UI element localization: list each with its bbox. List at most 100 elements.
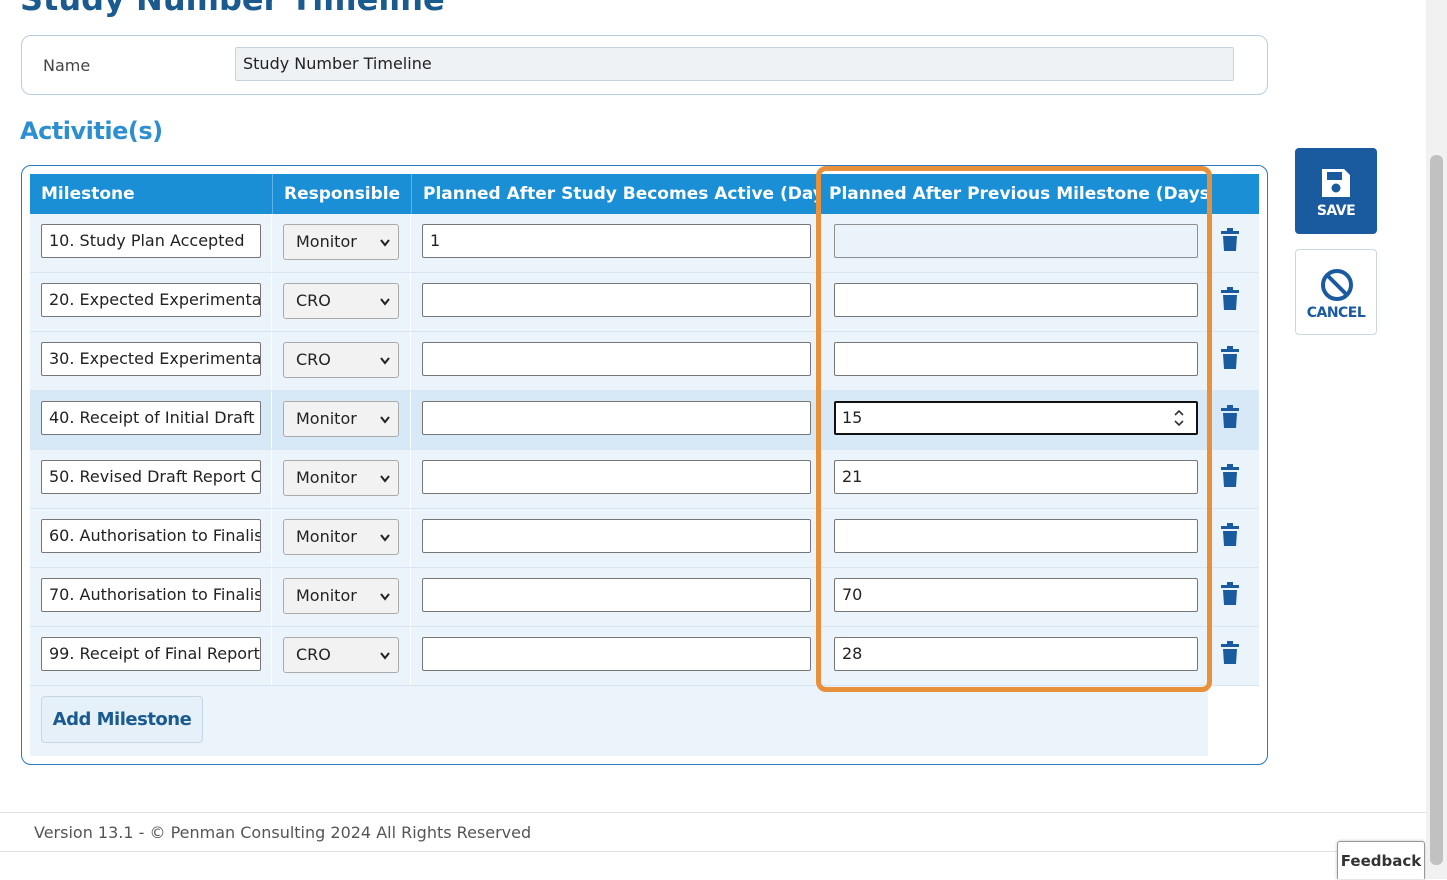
after-active-cell [411, 509, 816, 567]
after-previous-value: 28 [842, 644, 863, 663]
feedback-button[interactable]: Feedback [1337, 841, 1425, 879]
name-card: Name Study Number Timeline [21, 35, 1268, 95]
responsible-value: Monitor [296, 468, 357, 487]
chevron-down-icon [380, 593, 390, 601]
responsible-value: CRO [296, 291, 331, 310]
responsible-cell: CRO [272, 273, 410, 331]
after-previous-input[interactable]: 15 [834, 401, 1198, 435]
activities-table: Milestone Responsible Planned After Stud… [21, 165, 1268, 765]
table-row: 70. Authorisation to Finalis Monitor 70 [30, 568, 1259, 627]
actions-cell [1208, 568, 1259, 626]
chevron-down-icon [380, 652, 390, 660]
responsible-cell: CRO [272, 627, 410, 685]
after-active-cell [411, 332, 816, 390]
save-button[interactable]: SAVE [1295, 148, 1377, 234]
table-row: 30. Expected Experimental CRO [30, 332, 1259, 391]
responsible-select[interactable]: CRO [283, 283, 399, 319]
after-previous-input[interactable]: 70 [834, 578, 1198, 612]
after-previous-input[interactable]: 21 [834, 460, 1198, 494]
trash-icon[interactable] [1220, 346, 1240, 370]
after-previous-cell: 15 [817, 391, 1207, 449]
after-active-input[interactable] [422, 342, 811, 376]
page-title: Study Number Timeline [20, 0, 445, 18]
milestone-input[interactable]: 70. Authorisation to Finalis [41, 578, 261, 612]
after-active-input[interactable] [422, 637, 811, 671]
after-active-cell: 1 [411, 214, 816, 272]
milestone-input[interactable]: 50. Revised Draft Report Ci [41, 460, 261, 494]
after-active-cell [411, 627, 816, 685]
trash-icon[interactable] [1220, 287, 1240, 311]
after-active-cell [411, 391, 816, 449]
trash-icon[interactable] [1220, 464, 1240, 488]
responsible-cell: Monitor [272, 509, 410, 567]
responsible-cell: Monitor [272, 450, 410, 508]
responsible-cell: Monitor [272, 391, 410, 449]
table-row: 20. Expected Experimental CRO [30, 273, 1259, 332]
chevron-down-icon [380, 239, 390, 247]
responsible-value: Monitor [296, 232, 357, 251]
chevron-down-icon [380, 475, 390, 483]
after-previous-input[interactable] [834, 342, 1198, 376]
table-row: 10. Study Plan Accepted Monitor 1 [30, 214, 1259, 273]
footer: Version 13.1 - © Penman Consulting 2024 … [0, 812, 1426, 852]
add-milestone-button[interactable]: Add Milestone [41, 696, 203, 743]
responsible-select[interactable]: Monitor [283, 578, 399, 614]
after-active-input[interactable]: 1 [422, 224, 811, 258]
after-previous-input[interactable] [834, 283, 1198, 317]
after-active-input[interactable] [422, 401, 811, 435]
responsible-cell: Monitor [272, 214, 410, 272]
trash-icon[interactable] [1220, 641, 1240, 665]
responsible-select[interactable]: CRO [283, 342, 399, 378]
after-active-input[interactable] [422, 519, 811, 553]
after-previous-input[interactable]: 28 [834, 637, 1198, 671]
col-header-milestone: Milestone [30, 174, 272, 214]
responsible-value: Monitor [296, 586, 357, 605]
responsible-cell: Monitor [272, 568, 410, 626]
milestone-input[interactable]: 20. Expected Experimental [41, 283, 261, 317]
responsible-value: Monitor [296, 527, 357, 546]
trash-icon[interactable] [1220, 582, 1240, 606]
table-row: 60. Authorisation to Finalis Monitor [30, 509, 1259, 568]
milestone-cell: 40. Receipt of Initial Draft F [30, 391, 271, 449]
name-input[interactable]: Study Number Timeline [235, 47, 1234, 81]
responsible-select[interactable]: CRO [283, 637, 399, 673]
actions-cell [1208, 509, 1259, 567]
trash-icon[interactable] [1220, 405, 1240, 429]
milestone-cell: 70. Authorisation to Finalis [30, 568, 271, 626]
save-label: SAVE [1316, 203, 1356, 219]
responsible-select[interactable]: Monitor [283, 401, 399, 437]
milestone-input[interactable]: 10. Study Plan Accepted [41, 224, 261, 258]
milestone-input[interactable]: 30. Expected Experimental [41, 342, 261, 376]
footer-text: Version 13.1 - © Penman Consulting 2024 … [34, 823, 532, 842]
col-header-planned-after-active: Planned After Study Becomes Active (Days… [411, 174, 817, 214]
actions-cell [1208, 627, 1259, 685]
after-active-input[interactable] [422, 460, 811, 494]
floppy-disk-icon [1322, 169, 1350, 197]
number-spinner-icon[interactable] [1172, 406, 1186, 430]
milestone-input[interactable]: 60. Authorisation to Finalis [41, 519, 261, 553]
actions-cell [1208, 214, 1259, 272]
responsible-select[interactable]: Monitor [283, 519, 399, 555]
after-previous-cell [817, 214, 1207, 272]
milestone-input[interactable]: 99. Receipt of Final Report [41, 637, 261, 671]
after-previous-input[interactable] [834, 519, 1198, 553]
after-active-cell [411, 568, 816, 626]
table-row: 50. Revised Draft Report Ci Monitor 21 [30, 450, 1259, 509]
after-previous-input[interactable] [834, 224, 1198, 258]
trash-icon[interactable] [1220, 228, 1240, 252]
milestone-cell: 30. Expected Experimental [30, 332, 271, 390]
responsible-select[interactable]: Monitor [283, 224, 399, 260]
name-label: Name [43, 56, 91, 75]
milestone-input[interactable]: 40. Receipt of Initial Draft F [41, 401, 261, 435]
after-active-input[interactable] [422, 578, 811, 612]
col-header-actions [1208, 174, 1259, 214]
chevron-down-icon [380, 298, 390, 306]
responsible-select[interactable]: Monitor [283, 460, 399, 496]
cancel-button[interactable]: CANCEL [1295, 249, 1377, 335]
responsible-cell: CRO [272, 332, 410, 390]
after-active-cell [411, 450, 816, 508]
scrollbar[interactable] [1426, 0, 1447, 879]
trash-icon[interactable] [1220, 523, 1240, 547]
after-active-input[interactable] [422, 283, 811, 317]
scrollbar-thumb[interactable] [1430, 155, 1443, 865]
